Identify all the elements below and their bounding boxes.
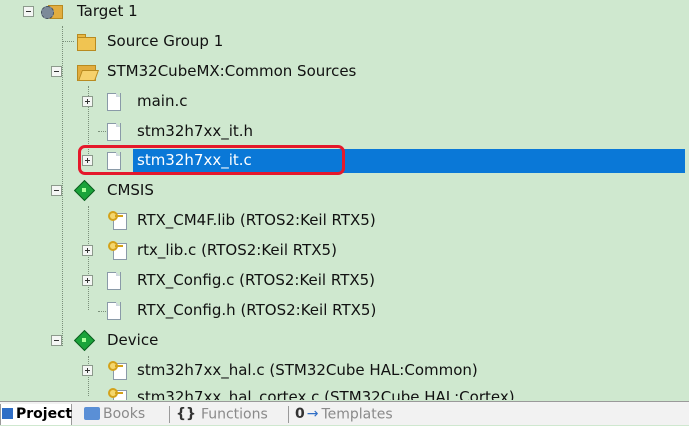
target-icon (41, 2, 63, 22)
tree-item-device[interactable]: Device (0, 326, 689, 356)
tree-item-label: Target 1 (77, 2, 138, 20)
tab-label: Functions (200, 406, 268, 423)
tree-item-label: RTX_Config.h (RTOS2:Keil RTX5) (137, 301, 377, 319)
tree-item-common-sources[interactable]: STM32CubeMX:Common Sources (0, 57, 689, 87)
tree-item-rtx-lib-c[interactable]: rtx_lib.c (RTOS2:Keil RTX5) (0, 236, 689, 266)
tree-item-rtx-config-c[interactable]: RTX_Config.c (RTOS2:Keil RTX5) (0, 266, 689, 296)
tree-item-main-c[interactable]: main.c (0, 87, 689, 117)
tree-item-source-group-1[interactable]: Source Group 1 (0, 27, 689, 57)
tree-item-label: RTX_CM4F.lib (RTOS2:Keil RTX5) (137, 211, 376, 229)
tree-item-label: Source Group 1 (107, 32, 224, 50)
tab-project[interactable]: Project (0, 404, 72, 425)
tab-books[interactable]: Books (84, 404, 164, 425)
tab-separator (288, 406, 289, 423)
tree-item-label: stm32h7xx_hal_cortex.c (STM32Cube HAL:Co… (137, 388, 515, 400)
locked-file-icon (108, 388, 128, 400)
file-icon (104, 122, 124, 142)
collapse-icon[interactable] (51, 66, 62, 77)
component-icon (73, 179, 96, 202)
tab-templates[interactable]: 0 → Templates (295, 404, 415, 425)
tree-item-hal-c[interactable]: stm32h7xx_hal.c (STM32Cube HAL:Common) (0, 356, 689, 386)
bottom-tab-bar: Project Books {} Functions 0 → Templates (0, 401, 689, 425)
expand-icon[interactable] (82, 245, 93, 256)
project-tree: Target 1 Source Group 1 STM32CubeMX:Comm… (0, 0, 689, 400)
collapse-icon[interactable] (51, 335, 62, 346)
component-icon (73, 329, 96, 352)
tab-label: Templates (321, 406, 393, 423)
expand-icon[interactable] (82, 365, 93, 376)
tree-item-label: CMSIS (107, 181, 154, 199)
file-icon (104, 301, 124, 321)
tree-item-label: STM32CubeMX:Common Sources (107, 62, 357, 80)
tree-item-rtx-lib-file[interactable]: RTX_CM4F.lib (RTOS2:Keil RTX5) (0, 206, 689, 236)
tab-label: Project (16, 406, 73, 422)
locked-file-icon (108, 241, 128, 261)
locked-file-icon (108, 361, 128, 381)
tree-item-label: main.c (137, 92, 188, 110)
tree-item-hal-cortex-c[interactable]: stm32h7xx_hal_cortex.c (STM32Cube HAL:Co… (0, 383, 689, 400)
arrow-icon: → (306, 406, 319, 422)
tab-functions[interactable]: {} Functions (176, 404, 286, 425)
folder-icon (76, 32, 96, 52)
project-icon (2, 407, 13, 419)
tree-item-label: Device (107, 331, 159, 349)
tree-item-label: RTX_Config.c (RTOS2:Keil RTX5) (137, 271, 376, 289)
expand-icon[interactable] (82, 275, 93, 286)
folder-open-icon (76, 62, 100, 82)
tree-item-cmsis[interactable]: CMSIS (0, 176, 689, 206)
expand-icon[interactable] (82, 96, 93, 107)
annotation-highlight-box (78, 145, 345, 175)
locked-file-icon (108, 211, 128, 231)
file-icon (104, 92, 124, 112)
tree-item-rtx-config-h[interactable]: RTX_Config.h (RTOS2:Keil RTX5) (0, 296, 689, 326)
collapse-icon[interactable] (51, 185, 62, 196)
file-icon (104, 271, 124, 291)
tab-label: Books (103, 406, 146, 422)
tree-item-label: stm32h7xx_hal.c (STM32Cube HAL:Common) (137, 361, 478, 379)
tree-item-label: stm32h7xx_it.h (137, 122, 254, 140)
braces-icon: {} (176, 406, 196, 422)
tree-item-it-h[interactable]: stm32h7xx_it.h (0, 117, 689, 147)
tree-item-target[interactable]: Target 1 (0, 0, 689, 27)
tree-item-label: rtx_lib.c (RTOS2:Keil RTX5) (137, 241, 337, 259)
books-icon (84, 406, 100, 420)
templates-icon: 0 (295, 406, 305, 422)
tab-separator (169, 406, 170, 423)
collapse-icon[interactable] (23, 6, 34, 17)
